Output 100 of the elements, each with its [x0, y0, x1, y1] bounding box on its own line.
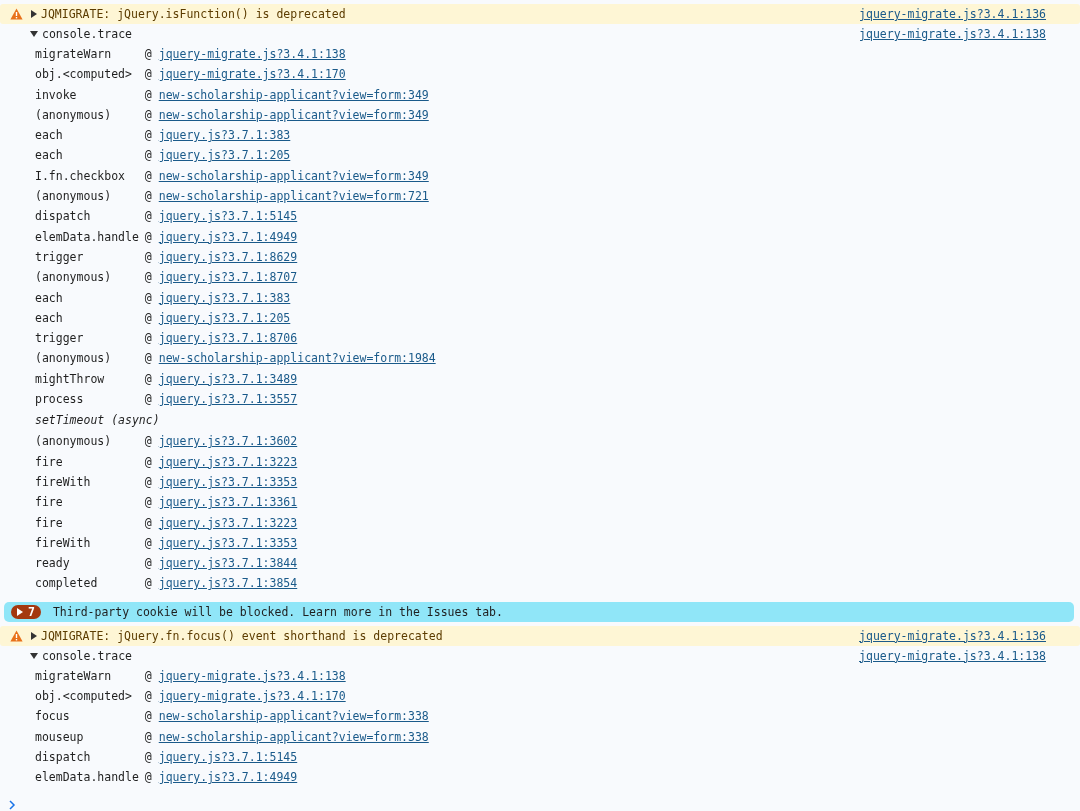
function-name: trigger	[35, 248, 85, 266]
source-link[interactable]: jquery-migrate.js?3.4.1:138	[859, 27, 1046, 41]
function-name: (anonymous)	[35, 188, 113, 206]
at-sign: @	[144, 495, 152, 510]
function-name: mouseup	[35, 728, 85, 746]
function-name: each	[35, 127, 64, 145]
source-link[interactable]: jquery.js?3.7.1:3223	[158, 454, 298, 469]
collapse-triangle-icon[interactable]	[30, 31, 38, 37]
at-sign: @	[144, 689, 152, 703]
function-name: I.fn.checkbox	[35, 167, 126, 185]
at-sign: @	[144, 189, 152, 204]
function-name: each	[35, 309, 64, 327]
source-link[interactable]: jquery.js?3.7.1:3353	[158, 535, 298, 550]
source-link[interactable]: jquery.js?3.7.1:5145	[158, 749, 298, 764]
at-sign: @	[144, 556, 152, 571]
warning-icon	[10, 629, 23, 642]
source-link[interactable]: jquery.js?3.7.1:3361	[158, 495, 298, 510]
function-name: trigger	[35, 330, 85, 348]
source-link[interactable]: jquery-migrate.js?3.4.1:138	[158, 668, 346, 683]
trace-label: console.trace	[42, 27, 133, 41]
at-sign: @	[144, 474, 152, 489]
source-link[interactable]: new-scholarship-applicant?view=form:349	[158, 107, 429, 122]
async-label: setTimeout (async)	[35, 412, 161, 430]
at-sign: @	[144, 47, 152, 61]
at-sign: @	[144, 249, 152, 264]
function-name: (anonymous)	[35, 106, 113, 124]
at-sign: @	[144, 209, 152, 224]
function-name: fireWith	[35, 473, 92, 491]
source-link[interactable]: jquery-migrate.js?3.4.1:138	[158, 47, 346, 61]
warning-icon	[10, 8, 23, 20]
function-name: obj.<computed>	[35, 66, 133, 84]
expand-triangle-icon[interactable]	[31, 631, 37, 640]
prompt-chevron-icon	[8, 799, 16, 810]
source-link[interactable]: jquery.js?3.7.1:205	[158, 148, 291, 163]
function-name: fire	[35, 453, 64, 471]
collapse-triangle-icon[interactable]	[30, 652, 38, 659]
at-sign: @	[144, 331, 152, 346]
source-link[interactable]: jquery.js?3.7.1:3557	[158, 392, 298, 407]
function-name: ready	[35, 555, 71, 573]
source-link[interactable]: new-scholarship-applicant?view=form:338	[158, 709, 429, 724]
source-link[interactable]: jquery.js?3.7.1:8629	[158, 249, 298, 264]
warning-message: JQMIGRATE: jQuery.isFunction() is deprecated	[41, 7, 347, 21]
function-name: mightThrow	[35, 370, 106, 388]
function-name: completed	[35, 575, 99, 593]
issue-banner[interactable]: 7 Third-party cookie will be blocked. Learn more in the Issues tab.	[4, 601, 1074, 622]
source-link[interactable]: jquery-migrate.js?3.4.1:170	[158, 689, 346, 703]
at-sign: @	[144, 668, 152, 683]
source-link[interactable]: jquery.js?3.7.1:3602	[158, 434, 298, 449]
source-link[interactable]: jquery.js?3.7.1:4949	[158, 229, 298, 244]
function-name: (anonymous)	[35, 269, 113, 287]
at-sign: @	[144, 148, 152, 163]
source-link[interactable]: jquery.js?3.7.1:3223	[158, 515, 298, 530]
function-name: each	[35, 147, 64, 165]
at-sign: @	[144, 87, 152, 102]
source-link[interactable]: jquery-migrate.js?3.4.1:136	[859, 7, 1046, 21]
play-triangle-icon	[17, 607, 23, 616]
source-link[interactable]: new-scholarship-applicant?view=form:1984	[158, 351, 436, 366]
at-sign: @	[144, 107, 152, 122]
source-link[interactable]: jquery-migrate.js?3.4.1:138	[859, 648, 1046, 663]
at-sign: @	[144, 392, 152, 407]
source-link[interactable]: jquery.js?3.7.1:3854	[158, 576, 298, 591]
source-link[interactable]: jquery.js?3.7.1:205	[158, 310, 291, 325]
at-sign: @	[144, 168, 152, 183]
at-sign: @	[144, 576, 152, 591]
source-link[interactable]: jquery.js?3.7.1:8706	[158, 331, 298, 346]
function-name: fire	[35, 514, 64, 532]
source-link[interactable]: jquery.js?3.7.1:383	[158, 128, 291, 143]
function-name: invoke	[35, 86, 78, 104]
function-name: fireWith	[35, 534, 92, 552]
at-sign: @	[144, 535, 152, 550]
at-sign: @	[144, 770, 152, 785]
function-name: fire	[35, 494, 64, 512]
function-name: dispatch	[35, 208, 92, 226]
source-link[interactable]: new-scholarship-applicant?view=form:349	[158, 168, 429, 183]
issue-count-badge[interactable]: 7	[11, 604, 41, 619]
at-sign: @	[144, 67, 152, 82]
expand-triangle-icon[interactable]	[31, 10, 37, 18]
source-link[interactable]: jquery.js?3.7.1:3489	[158, 371, 298, 386]
source-link[interactable]: jquery.js?3.7.1:3844	[158, 556, 298, 571]
function-name: each	[35, 289, 64, 307]
source-link[interactable]: new-scholarship-applicant?view=form:721	[158, 189, 429, 204]
source-link[interactable]: jquery-migrate.js?3.4.1:170	[158, 67, 346, 82]
source-link[interactable]: jquery-migrate.js?3.4.1:136	[859, 628, 1046, 643]
trace-label: console.trace	[42, 648, 133, 663]
function-name: (anonymous)	[35, 433, 113, 451]
at-sign: @	[144, 749, 152, 764]
at-sign: @	[144, 709, 152, 724]
source-link[interactable]: jquery.js?3.7.1:3353	[158, 474, 298, 489]
at-sign: @	[144, 434, 152, 449]
source-link[interactable]: new-scholarship-applicant?view=form:349	[158, 87, 429, 102]
source-link[interactable]: new-scholarship-applicant?view=form:338	[158, 729, 429, 744]
function-name: obj.<computed>	[35, 688, 133, 705]
source-link[interactable]: jquery.js?3.7.1:8707	[158, 270, 298, 285]
source-link[interactable]: jquery.js?3.7.1:4949	[158, 770, 298, 785]
function-name: migrateWarn	[35, 46, 113, 63]
source-link[interactable]: jquery.js?3.7.1:383	[158, 290, 291, 305]
function-name: focus	[35, 708, 71, 726]
source-link[interactable]: jquery.js?3.7.1:5145	[158, 209, 298, 224]
warning-message: JQMIGRATE: jQuery.fn.focus() event shorthand is deprecated	[41, 628, 444, 643]
at-sign: @	[144, 270, 152, 285]
